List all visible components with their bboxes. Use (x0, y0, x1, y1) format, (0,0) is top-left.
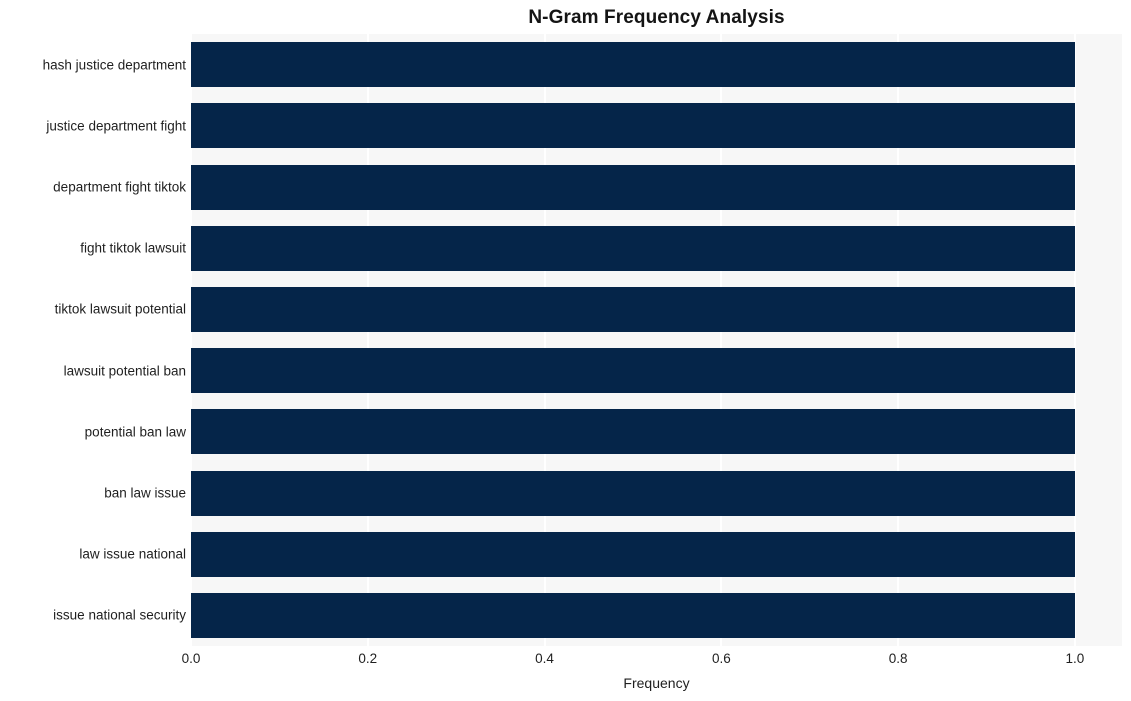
x-axis-title: Frequency (623, 675, 690, 691)
x-tick-label: 0.8 (888, 651, 908, 666)
x-tick-label: 1.0 (1065, 651, 1085, 666)
x-axis-tick-labels: 0.0 0.2 0.4 0.6 0.8 1.0 (0, 0, 1131, 701)
x-tick-label: 0.6 (711, 651, 731, 666)
chart-figure: N-Gram Frequency Analysis hash justice d… (0, 0, 1131, 701)
x-tick-label: 0.4 (535, 651, 554, 666)
x-tick-label: 0.2 (358, 651, 378, 666)
x-tick-label: 0.0 (181, 651, 201, 666)
